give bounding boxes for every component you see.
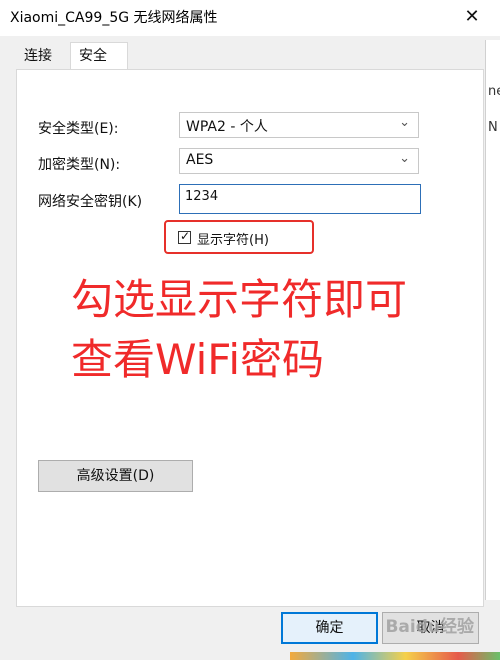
chevron-down-icon: ⌄ [399,115,410,130]
security-type-label: 安全类型(E): [38,121,119,137]
wireless-properties-dialog: ne N Xiaomi_CA99_5G 无线网络属性 ✕ 连接 安全 安全类型(… [0,0,500,660]
show-characters-checkbox[interactable]: ✓ [178,229,191,244]
window-title: Xiaomi_CA99_5G 无线网络属性 [10,10,218,26]
background-window-fragment: ne N [485,40,500,600]
close-icon: ✕ [464,6,480,27]
network-key-label: 网络安全密钥(K) [38,194,143,210]
security-panel: 安全类型(E): WPA2 - 个人 ⌄ 加密类型(N): AES ⌄ 网络安全… [16,69,484,607]
title-bar: Xiaomi_CA99_5G 无线网络属性 ✕ [0,0,500,36]
advanced-settings-button[interactable]: 高级设置(D) [38,460,193,492]
annotation-line-1: 勾选显示字符即可 [71,275,408,324]
encryption-type-value: AES [186,152,214,168]
checkmark-icon: ✓ [180,229,191,243]
baidu-watermark: Baidu经验 [385,617,474,637]
encryption-type-label: 加密类型(N): [38,157,121,173]
annotation-line-2: 查看WiFi密码 [71,335,325,384]
network-key-input[interactable]: 1234 [179,184,421,214]
chevron-down-icon: ⌄ [399,151,410,166]
encryption-type-select[interactable]: AES ⌄ [179,148,419,174]
network-key-value: 1234 [185,189,219,204]
background-text-fragment: ne [488,84,500,99]
show-characters-label[interactable]: 显示字符(H) [197,229,269,248]
close-button[interactable]: ✕ [460,5,484,29]
background-image-fragment [290,652,500,660]
tab-security[interactable]: 安全 [70,42,128,71]
security-type-value: WPA2 - 个人 [186,119,268,135]
security-type-select[interactable]: WPA2 - 个人 ⌄ [179,112,419,138]
tab-connection[interactable]: 连接 [16,44,62,68]
background-text-fragment: N [488,120,498,135]
ok-button[interactable]: 确定 [281,612,378,644]
